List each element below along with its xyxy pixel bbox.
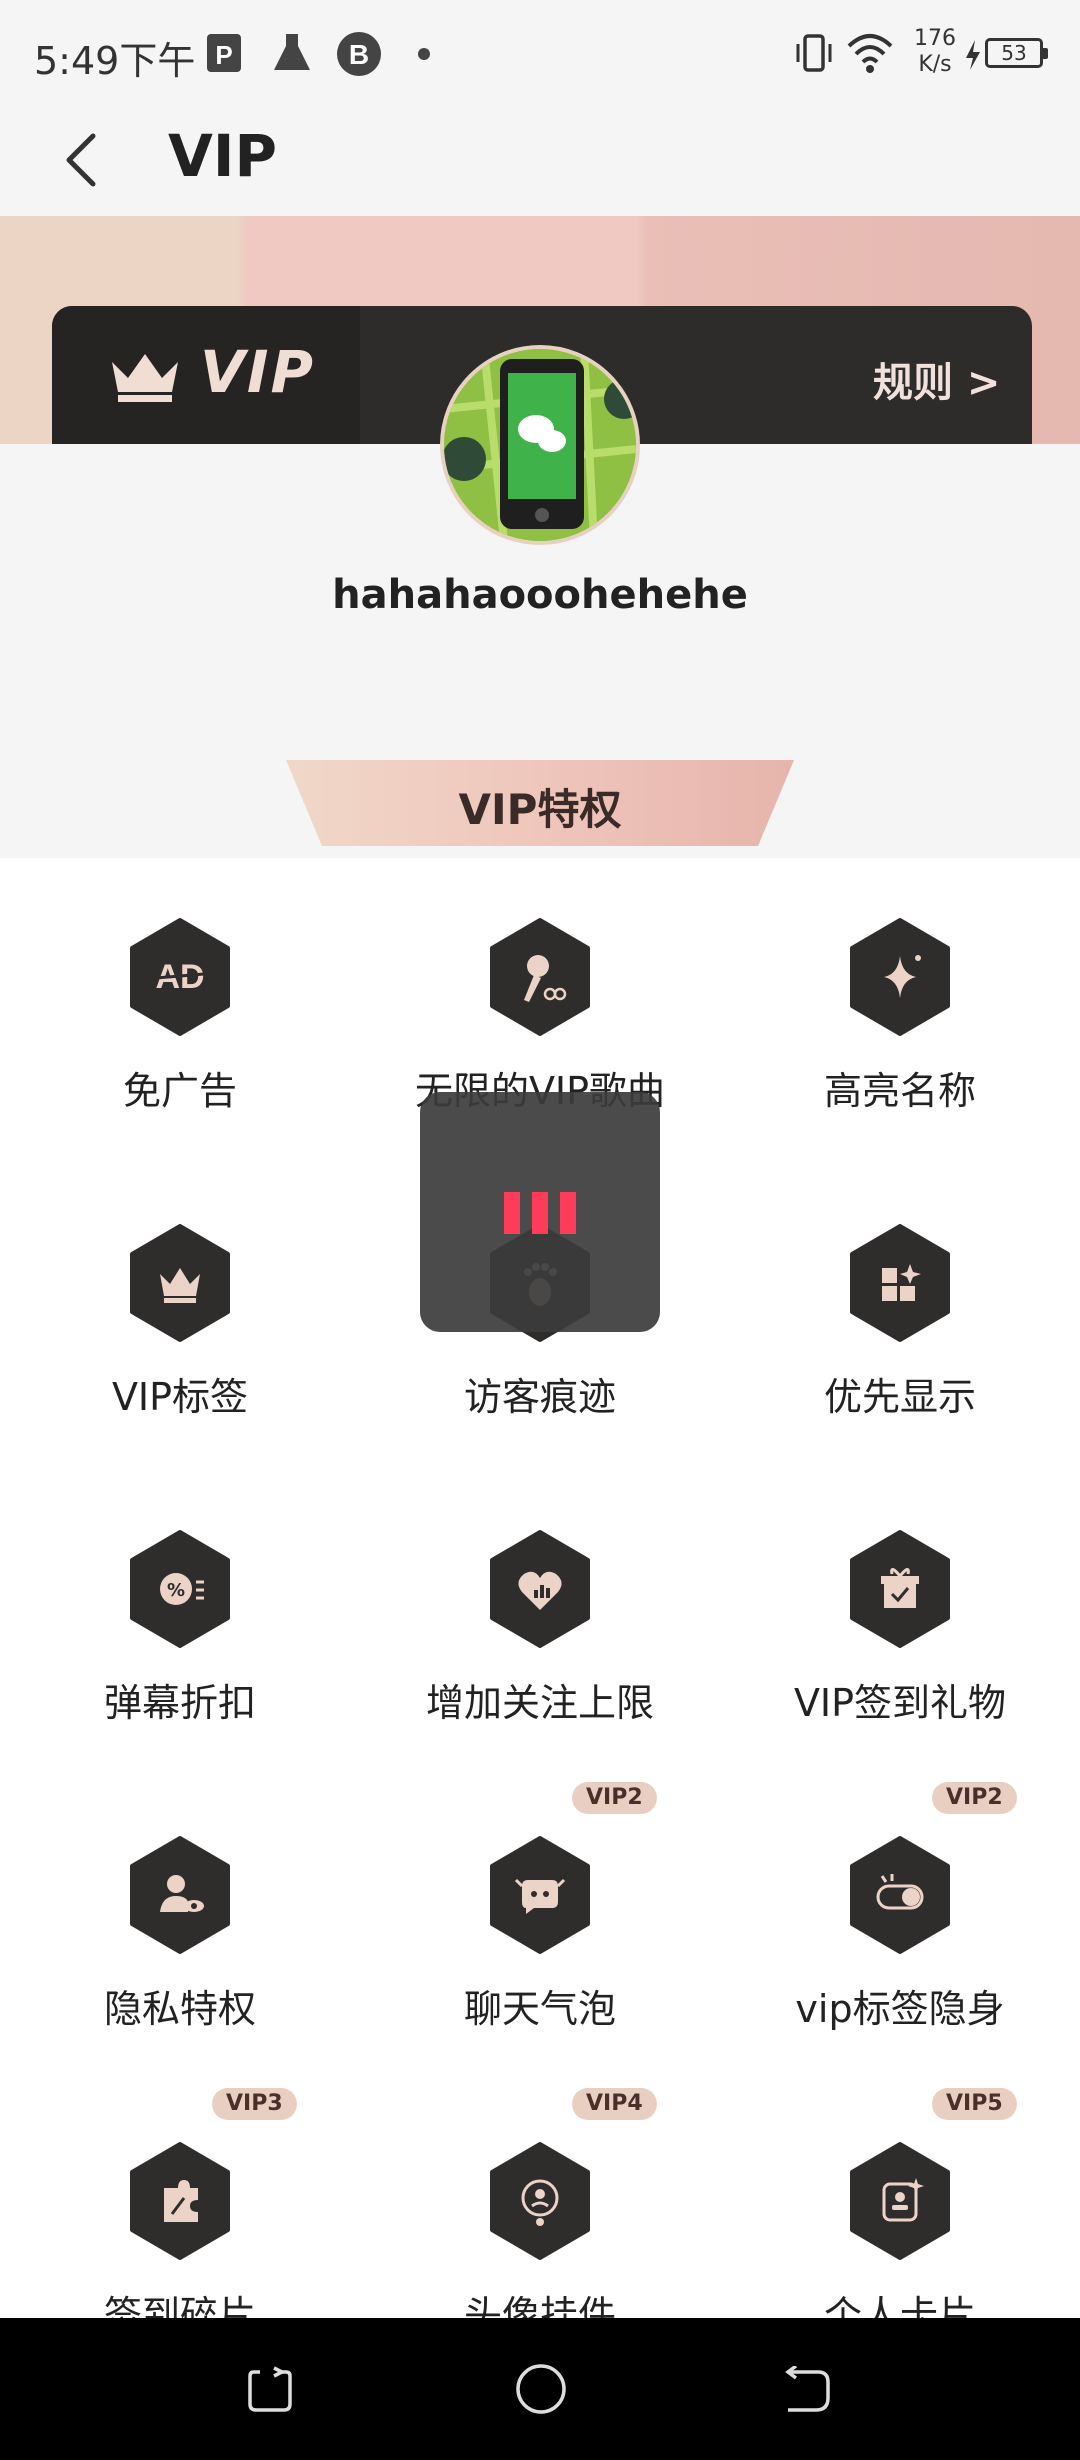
discount-icon: %: [130, 1530, 230, 1648]
privilege-label: VIP签到礼物: [793, 1681, 1007, 1725]
avatar[interactable]: [440, 345, 640, 545]
vip-logo-text: VIP: [200, 338, 315, 406]
privilege-label: 隐私特权: [103, 1987, 256, 2031]
bilibili-icon: B: [337, 32, 381, 76]
avatar-image: [444, 349, 636, 541]
gift-icon: [850, 1530, 950, 1648]
section-title: VIP特权: [458, 785, 622, 834]
vibrate-icon: [796, 34, 832, 72]
privilege-label: 聊天气泡: [463, 1987, 616, 2031]
privilege-grid: AD 免广告 无限的VIP歌曲 高亮名称 VIP标签 访客痕迹 优先显示% 弹幕折扣 增加关注上…: [0, 858, 1080, 2337]
back-arrow-icon[interactable]: [55, 120, 115, 200]
status-bar: 5:49下午 P B 176 K/s 53: [0, 0, 1080, 110]
privilege-item[interactable]: % 弹幕折扣: [0, 1470, 360, 1776]
rules-link[interactable]: 规则 >: [873, 350, 1000, 408]
system-nav-bar: [0, 2318, 1080, 2460]
privilege-label: 弹幕折扣: [103, 1681, 256, 1725]
recent-apps-icon[interactable]: [246, 2366, 294, 2414]
vip-level-badge: VIP5: [932, 2088, 1017, 2120]
privilege-item[interactable]: 优先显示: [720, 1164, 1080, 1470]
toggle-icon: [850, 1836, 950, 1954]
privilege-item[interactable]: VIP2 聊天气泡: [360, 1776, 720, 2082]
avatar-frame-icon: [490, 2142, 590, 2260]
charging-icon: [966, 40, 980, 70]
loading-bar: [504, 1192, 520, 1234]
privilege-item[interactable]: VIP标签: [0, 1164, 360, 1470]
vip-level-badge: VIP2: [572, 1782, 657, 1814]
priority-grid-icon: [850, 1224, 950, 1342]
svg-text:P: P: [215, 40, 232, 70]
svg-text:%: %: [167, 1580, 185, 1601]
net-speed-value: 176: [914, 26, 956, 51]
status-time: 5:49下午: [34, 39, 196, 83]
vip-level-badge: VIP3: [212, 2088, 297, 2120]
net-speed-unit: K/s: [918, 52, 952, 77]
crown-icon: [130, 1224, 230, 1342]
back-icon[interactable]: [784, 2366, 832, 2414]
loading-bar: [532, 1192, 548, 1234]
privilege-label: 免广告: [122, 1069, 237, 1113]
privilege-item[interactable]: 增加关注上限: [360, 1470, 720, 1776]
privilege-label: vip标签隐身: [795, 1987, 1005, 2031]
wifi-icon: [847, 34, 893, 73]
privilege-label: VIP标签: [111, 1375, 249, 1419]
dot-icon: [418, 48, 430, 60]
ad-free-icon: AD: [130, 918, 230, 1036]
heart-chart-icon: [490, 1530, 590, 1648]
privilege-label: 访客痕迹: [463, 1375, 616, 1419]
app-p-icon: P: [207, 34, 241, 72]
home-icon[interactable]: [514, 2362, 568, 2416]
puzzle-icon: [130, 2142, 230, 2260]
vip-level-badge: VIP4: [572, 2088, 657, 2120]
app-header: VIP: [0, 110, 1080, 216]
loading-bar: [560, 1192, 576, 1234]
privilege-label: 高亮名称: [823, 1069, 976, 1113]
crown-icon: [112, 354, 178, 402]
page-title: VIP: [168, 122, 277, 190]
chat-bubble-icon: [490, 1836, 590, 1954]
vip-logo-area: VIP: [52, 306, 360, 444]
vip-level-badge: VIP2: [932, 1782, 1017, 1814]
privilege-label: 增加关注上限: [425, 1681, 654, 1725]
privilege-item[interactable]: AD 免广告: [0, 858, 360, 1164]
battery-icon: 53: [985, 38, 1048, 68]
username: hahahaooohehehe: [332, 572, 748, 618]
profile-card-icon: [850, 2142, 950, 2260]
svg-text:B: B: [349, 39, 369, 70]
privilege-item[interactable]: 隐私特权: [0, 1776, 360, 2082]
flask-icon: [274, 34, 310, 70]
microphone-icon: [490, 918, 590, 1036]
sparkle-icon: [850, 918, 950, 1036]
privilege-item[interactable]: 高亮名称: [720, 858, 1080, 1164]
privilege-item[interactable]: VIP签到礼物: [720, 1470, 1080, 1776]
privilege-item[interactable]: VIP2 vip标签隐身: [720, 1776, 1080, 2082]
loading-toast: [420, 1092, 660, 1332]
privilege-label: 优先显示: [823, 1375, 976, 1419]
privacy-user-icon: [130, 1836, 230, 1954]
net-speed: 176 K/s: [905, 26, 965, 78]
